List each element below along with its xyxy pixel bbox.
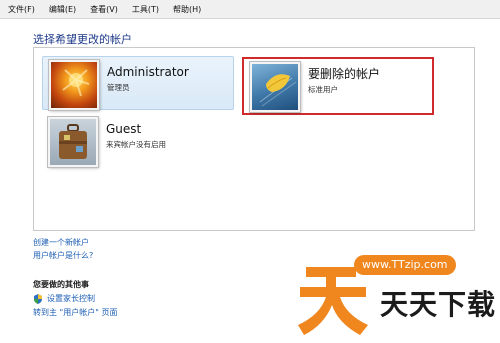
shield-icon [34,294,42,304]
account-role: 标准用户 [308,85,338,94]
accounts-panel: Administrator 管理员 要删除的帐户 标准用户 Guest 来宾帐户… [33,47,475,231]
parental-controls-label: 设置家长控制 [47,294,95,303]
account-name: Administrator [107,65,189,79]
account-role: 管理员 [107,83,130,92]
watermark: www.TTzip.com 天天下载 [296,253,496,339]
create-account-link[interactable]: 创建一个新帐户 [33,236,93,249]
watermark-text: 天天下载 [380,288,497,321]
main-accounts-page-link[interactable]: 转到主 "用户帐户" 页面 [33,306,117,320]
other-tasks-heading: 您要做的其他事 [33,280,89,289]
parental-controls-link[interactable]: 设置家长控制 [33,292,117,306]
main-accounts-page-label: 转到主 "用户帐户" 页面 [33,308,118,317]
page-title: 选择希望更改的帐户 [33,33,132,46]
account-role: 来宾帐户没有启用 [106,140,166,149]
menu-help[interactable]: 帮助(H) [166,4,208,15]
account-links: 创建一个新帐户 用户帐户是什么? [33,236,93,262]
other-tasks-list: 设置家长控制 转到主 "用户帐户" 页面 [33,292,117,320]
flower-avatar-icon [49,60,99,110]
account-to-delete[interactable]: 要删除的帐户 标准用户 [242,57,434,115]
account-name: 要删除的帐户 [308,67,381,81]
account-guest[interactable]: Guest 来宾帐户没有启用 [42,114,232,167]
menu-tools[interactable]: 工具(T) [125,4,166,15]
menu-edit[interactable]: 编辑(E) [42,4,83,15]
what-is-account-link[interactable]: 用户帐户是什么? [33,249,93,262]
menu-file[interactable]: 文件(F) [0,4,42,15]
account-administrator[interactable]: Administrator 管理员 [42,56,234,110]
suitcase-avatar-icon [48,117,98,167]
menu-bar: 文件(F) 编辑(E) 查看(V) 工具(T) 帮助(H) [0,0,500,19]
leaf-avatar-icon [250,62,300,112]
menu-view[interactable]: 查看(V) [83,4,125,15]
watermark-url: www.TTzip.com [354,255,456,275]
account-name: Guest [106,122,142,136]
